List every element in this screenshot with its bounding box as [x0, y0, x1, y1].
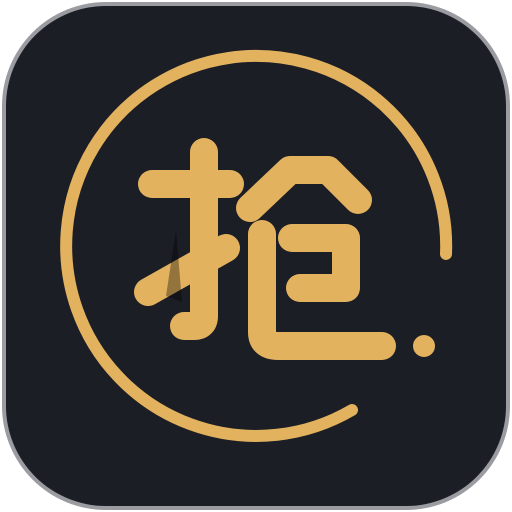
dot-mark-icon: [413, 335, 435, 357]
app-icon[interactable]: [0, 0, 512, 512]
app-icon-canvas: [0, 0, 512, 512]
